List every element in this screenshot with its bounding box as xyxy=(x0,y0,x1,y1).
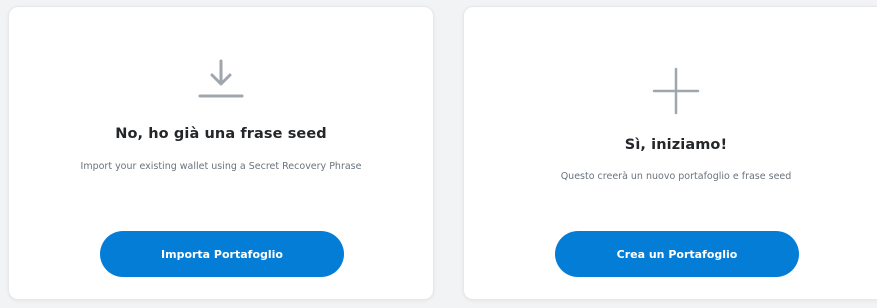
download-icon xyxy=(198,59,244,98)
create-wallet-button[interactable]: Crea un Portafoglio xyxy=(555,231,799,277)
create-card-title: Sì, iniziamo! xyxy=(624,137,728,153)
wallet-onboarding-choice: No, ho già una frase seed Import your ex… xyxy=(0,0,877,308)
import-wallet-button[interactable]: Importa Portafoglio xyxy=(100,231,344,277)
create-wallet-card: Sì, iniziamo! Questo creerà un nuovo por… xyxy=(463,6,877,300)
import-wallet-card: No, ho già una frase seed Import your ex… xyxy=(8,6,434,300)
import-card-description: Import your existing wallet using a Secr… xyxy=(80,161,362,172)
import-card-title: No, ho già una frase seed xyxy=(115,126,327,142)
plus-icon xyxy=(652,67,700,115)
create-card-description: Questo creerà un nuovo portafoglio e fra… xyxy=(560,171,792,182)
